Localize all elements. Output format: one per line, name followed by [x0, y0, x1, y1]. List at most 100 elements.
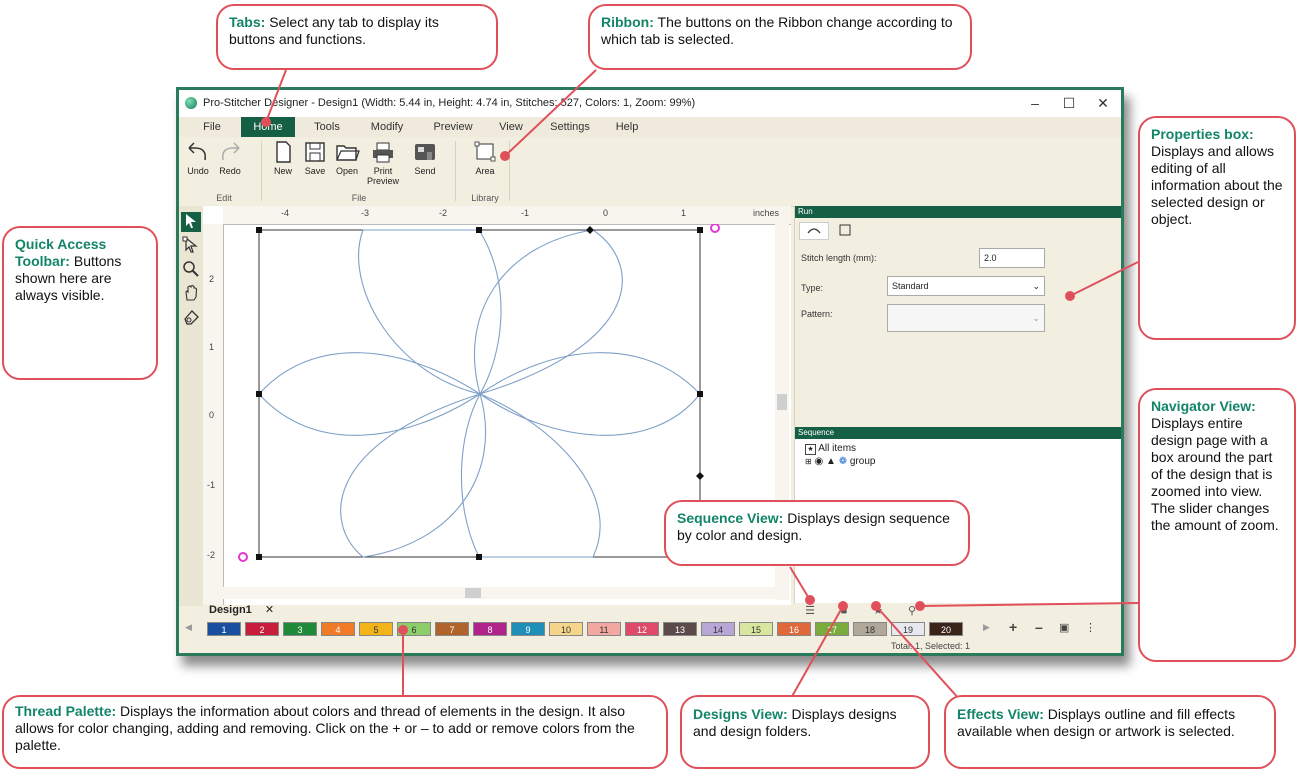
tab-modify[interactable]: Modify	[359, 117, 415, 137]
callout-tabs: Tabs: Select any tab to display its butt…	[216, 4, 498, 70]
tab-view[interactable]: View	[487, 117, 535, 137]
type-value: Standard	[892, 281, 929, 291]
handle[interactable]	[256, 391, 262, 397]
node-select-button[interactable]	[181, 236, 201, 256]
thread-color-swatch[interactable]: 8	[473, 622, 507, 636]
stitch-length-field[interactable]: 2.0	[979, 248, 1045, 268]
tab-preview[interactable]: Preview	[423, 117, 483, 137]
minimize-button[interactable]: –	[1021, 93, 1049, 113]
ruler-tick-label: 0	[603, 208, 609, 218]
eraser-button[interactable]	[181, 308, 201, 328]
horizontal-ruler: -4 -3 -2 -1 0 1 inches	[223, 206, 791, 225]
thread-color-swatch[interactable]: 5	[359, 622, 393, 636]
redo-button[interactable]: Redo	[214, 140, 246, 176]
area-icon	[474, 141, 496, 162]
scroll-thumb[interactable]	[465, 588, 481, 598]
thread-color-swatch[interactable]: 19	[891, 622, 925, 636]
tab-file[interactable]: File	[187, 117, 237, 137]
properties-header: Run	[795, 206, 1121, 218]
thread-color-swatch[interactable]: 2	[245, 622, 279, 636]
close-button[interactable]: ✕	[1089, 93, 1117, 113]
more-options-icon[interactable]: ⋮	[1085, 621, 1096, 634]
thread-color-swatch[interactable]: 6	[397, 622, 431, 636]
zoom-button[interactable]	[181, 260, 201, 280]
pattern-select[interactable]: ⌄	[887, 304, 1045, 332]
print-preview-button[interactable]: Print Preview	[365, 140, 401, 186]
thread-color-swatch[interactable]: 9	[511, 622, 545, 636]
tab-help[interactable]: Help	[605, 117, 649, 137]
arrow-pointer-icon	[186, 214, 196, 228]
redo-icon	[221, 142, 240, 161]
node[interactable]	[696, 472, 704, 480]
handle[interactable]	[256, 227, 262, 233]
app-window: Pro-Stitcher Designer - Design1 (Width: …	[176, 87, 1124, 656]
close-tab-icon[interactable]: ✕	[265, 604, 274, 616]
thread-color-swatch[interactable]: 4	[321, 622, 355, 636]
thread-color-swatch[interactable]: 20	[929, 622, 963, 636]
thread-color-swatch[interactable]: 3	[283, 622, 317, 636]
petal	[479, 352, 701, 436]
thread-color-swatch[interactable]: 10	[549, 622, 583, 636]
document-tab[interactable]: Design1 ✕	[209, 603, 274, 619]
flower-icon: ❁	[838, 456, 848, 467]
effects-view-icon[interactable]: ★	[864, 603, 892, 619]
eye-icon[interactable]: ◉	[814, 456, 823, 467]
thread-color-swatch[interactable]: 13	[663, 622, 697, 636]
node[interactable]	[586, 226, 594, 234]
select-tool-button[interactable]	[181, 212, 201, 232]
thread-color-swatch[interactable]: 14	[701, 622, 735, 636]
undo-button[interactable]: Undo	[182, 140, 214, 176]
pan-button[interactable]	[181, 284, 201, 304]
area-button[interactable]: Area	[469, 140, 501, 176]
petal	[340, 393, 487, 558]
horizontal-scrollbar[interactable]	[223, 587, 775, 599]
ribbon-group-library: Library	[471, 193, 499, 203]
flower-design[interactable]	[258, 229, 701, 558]
thread-color-swatch[interactable]: 16	[777, 622, 811, 636]
tab-tools[interactable]: Tools	[301, 117, 353, 137]
thread-color-swatch[interactable]: 11	[587, 622, 621, 636]
thread-color-swatch[interactable]: 15	[739, 622, 773, 636]
app-logo-icon	[185, 97, 197, 109]
tab-home[interactable]: Home	[241, 117, 295, 137]
outline-tab[interactable]	[831, 222, 859, 238]
handle[interactable]	[697, 391, 703, 397]
tab-bar: File Home Tools Modify Preview View Sett…	[179, 117, 1121, 137]
maximize-button[interactable]: ☐	[1055, 93, 1083, 113]
add-color-button[interactable]: +	[1009, 619, 1017, 635]
thread-color-swatch[interactable]: 12	[625, 622, 659, 636]
palette-scroll-right-icon[interactable]: ▶	[983, 622, 990, 633]
outline-icon	[839, 224, 851, 236]
save-button[interactable]: Save	[299, 140, 331, 176]
run-tab[interactable]	[799, 222, 829, 240]
designs-view-icon[interactable]: ■	[830, 603, 858, 619]
petal	[258, 352, 482, 436]
open-button[interactable]: Open	[331, 140, 363, 176]
thread-color-swatch[interactable]: 1	[207, 622, 241, 636]
navigator-view-icon[interactable]: ⚲	[898, 603, 926, 619]
remove-color-button[interactable]: –	[1035, 619, 1043, 635]
callout-palette-title: Thread Palette:	[15, 703, 117, 719]
send-button[interactable]: Send	[409, 140, 441, 176]
sequence-all-items[interactable]: ★ All items	[805, 443, 856, 455]
lock-icon[interactable]: ▲	[826, 456, 836, 467]
thread-color-swatch[interactable]: 7	[435, 622, 469, 636]
sequence-group[interactable]: ⊞ ◉ ▲ ❁ group	[805, 456, 875, 467]
handle[interactable]	[476, 554, 482, 560]
scroll-thumb[interactable]	[777, 394, 787, 410]
tab-settings[interactable]: Settings	[539, 117, 601, 137]
new-button[interactable]: New	[267, 140, 299, 176]
star-icon: ★	[805, 444, 816, 455]
sequence-view-icon[interactable]: ☰	[796, 603, 824, 619]
ruler-units: inches	[753, 208, 780, 218]
thread-color-swatch[interactable]: 17	[815, 622, 849, 636]
handle[interactable]	[697, 227, 703, 233]
handle[interactable]	[256, 554, 262, 560]
handle[interactable]	[476, 227, 482, 233]
petal	[358, 229, 502, 395]
stitch-length-label: Stitch length (mm):	[801, 253, 877, 263]
thread-color-swatch[interactable]: 18	[853, 622, 887, 636]
type-select[interactable]: Standard ⌄	[887, 276, 1045, 296]
palette-scroll-left-icon[interactable]: ◀	[185, 622, 192, 633]
monitor-icon[interactable]: ▣	[1059, 621, 1069, 634]
